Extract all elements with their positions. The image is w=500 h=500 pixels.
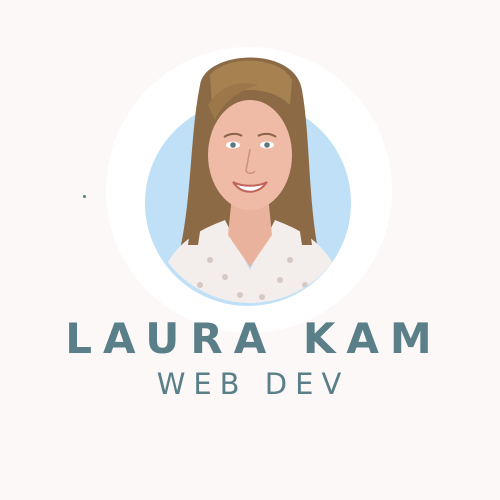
logo-canvas: LAURA KAM WEB DEV — [0, 0, 500, 500]
brand-name: LAURA KAM — [65, 314, 443, 363]
decorative-dot — [83, 195, 86, 198]
avatar-photo — [155, 57, 345, 303]
brand-role: WEB DEV — [156, 367, 350, 401]
